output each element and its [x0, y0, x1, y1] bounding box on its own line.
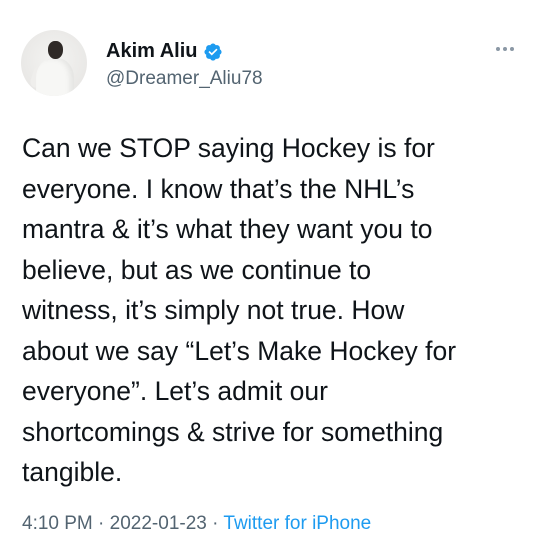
- author-display-name[interactable]: Akim Aliu: [106, 40, 198, 63]
- tweet-text: Can we STOP saying Hockey is for everyon…: [22, 133, 457, 487]
- tweet-date[interactable]: 2022-01-23: [110, 513, 207, 534]
- meta-separator: ·: [212, 513, 224, 534]
- avatar[interactable]: [21, 30, 87, 96]
- author-handle[interactable]: @Dreamer_Aliu78: [106, 68, 263, 90]
- meta-separator: ·: [98, 513, 110, 534]
- dot-icon: [503, 47, 507, 51]
- dot-icon: [496, 47, 500, 51]
- verified-badge-icon: [203, 42, 222, 61]
- tweet-source-link[interactable]: Twitter for iPhone: [223, 513, 371, 534]
- author-name-row: Akim Aliu: [106, 40, 223, 63]
- more-options-icon[interactable]: [496, 44, 518, 54]
- dot-icon: [510, 47, 514, 51]
- avatar-body: [36, 58, 74, 96]
- avatar-head: [48, 41, 63, 59]
- tweet-meta: 4:10 PM · 2022-01-23 · Twitter for iPhon…: [22, 513, 371, 535]
- tweet-time[interactable]: 4:10 PM: [22, 513, 93, 534]
